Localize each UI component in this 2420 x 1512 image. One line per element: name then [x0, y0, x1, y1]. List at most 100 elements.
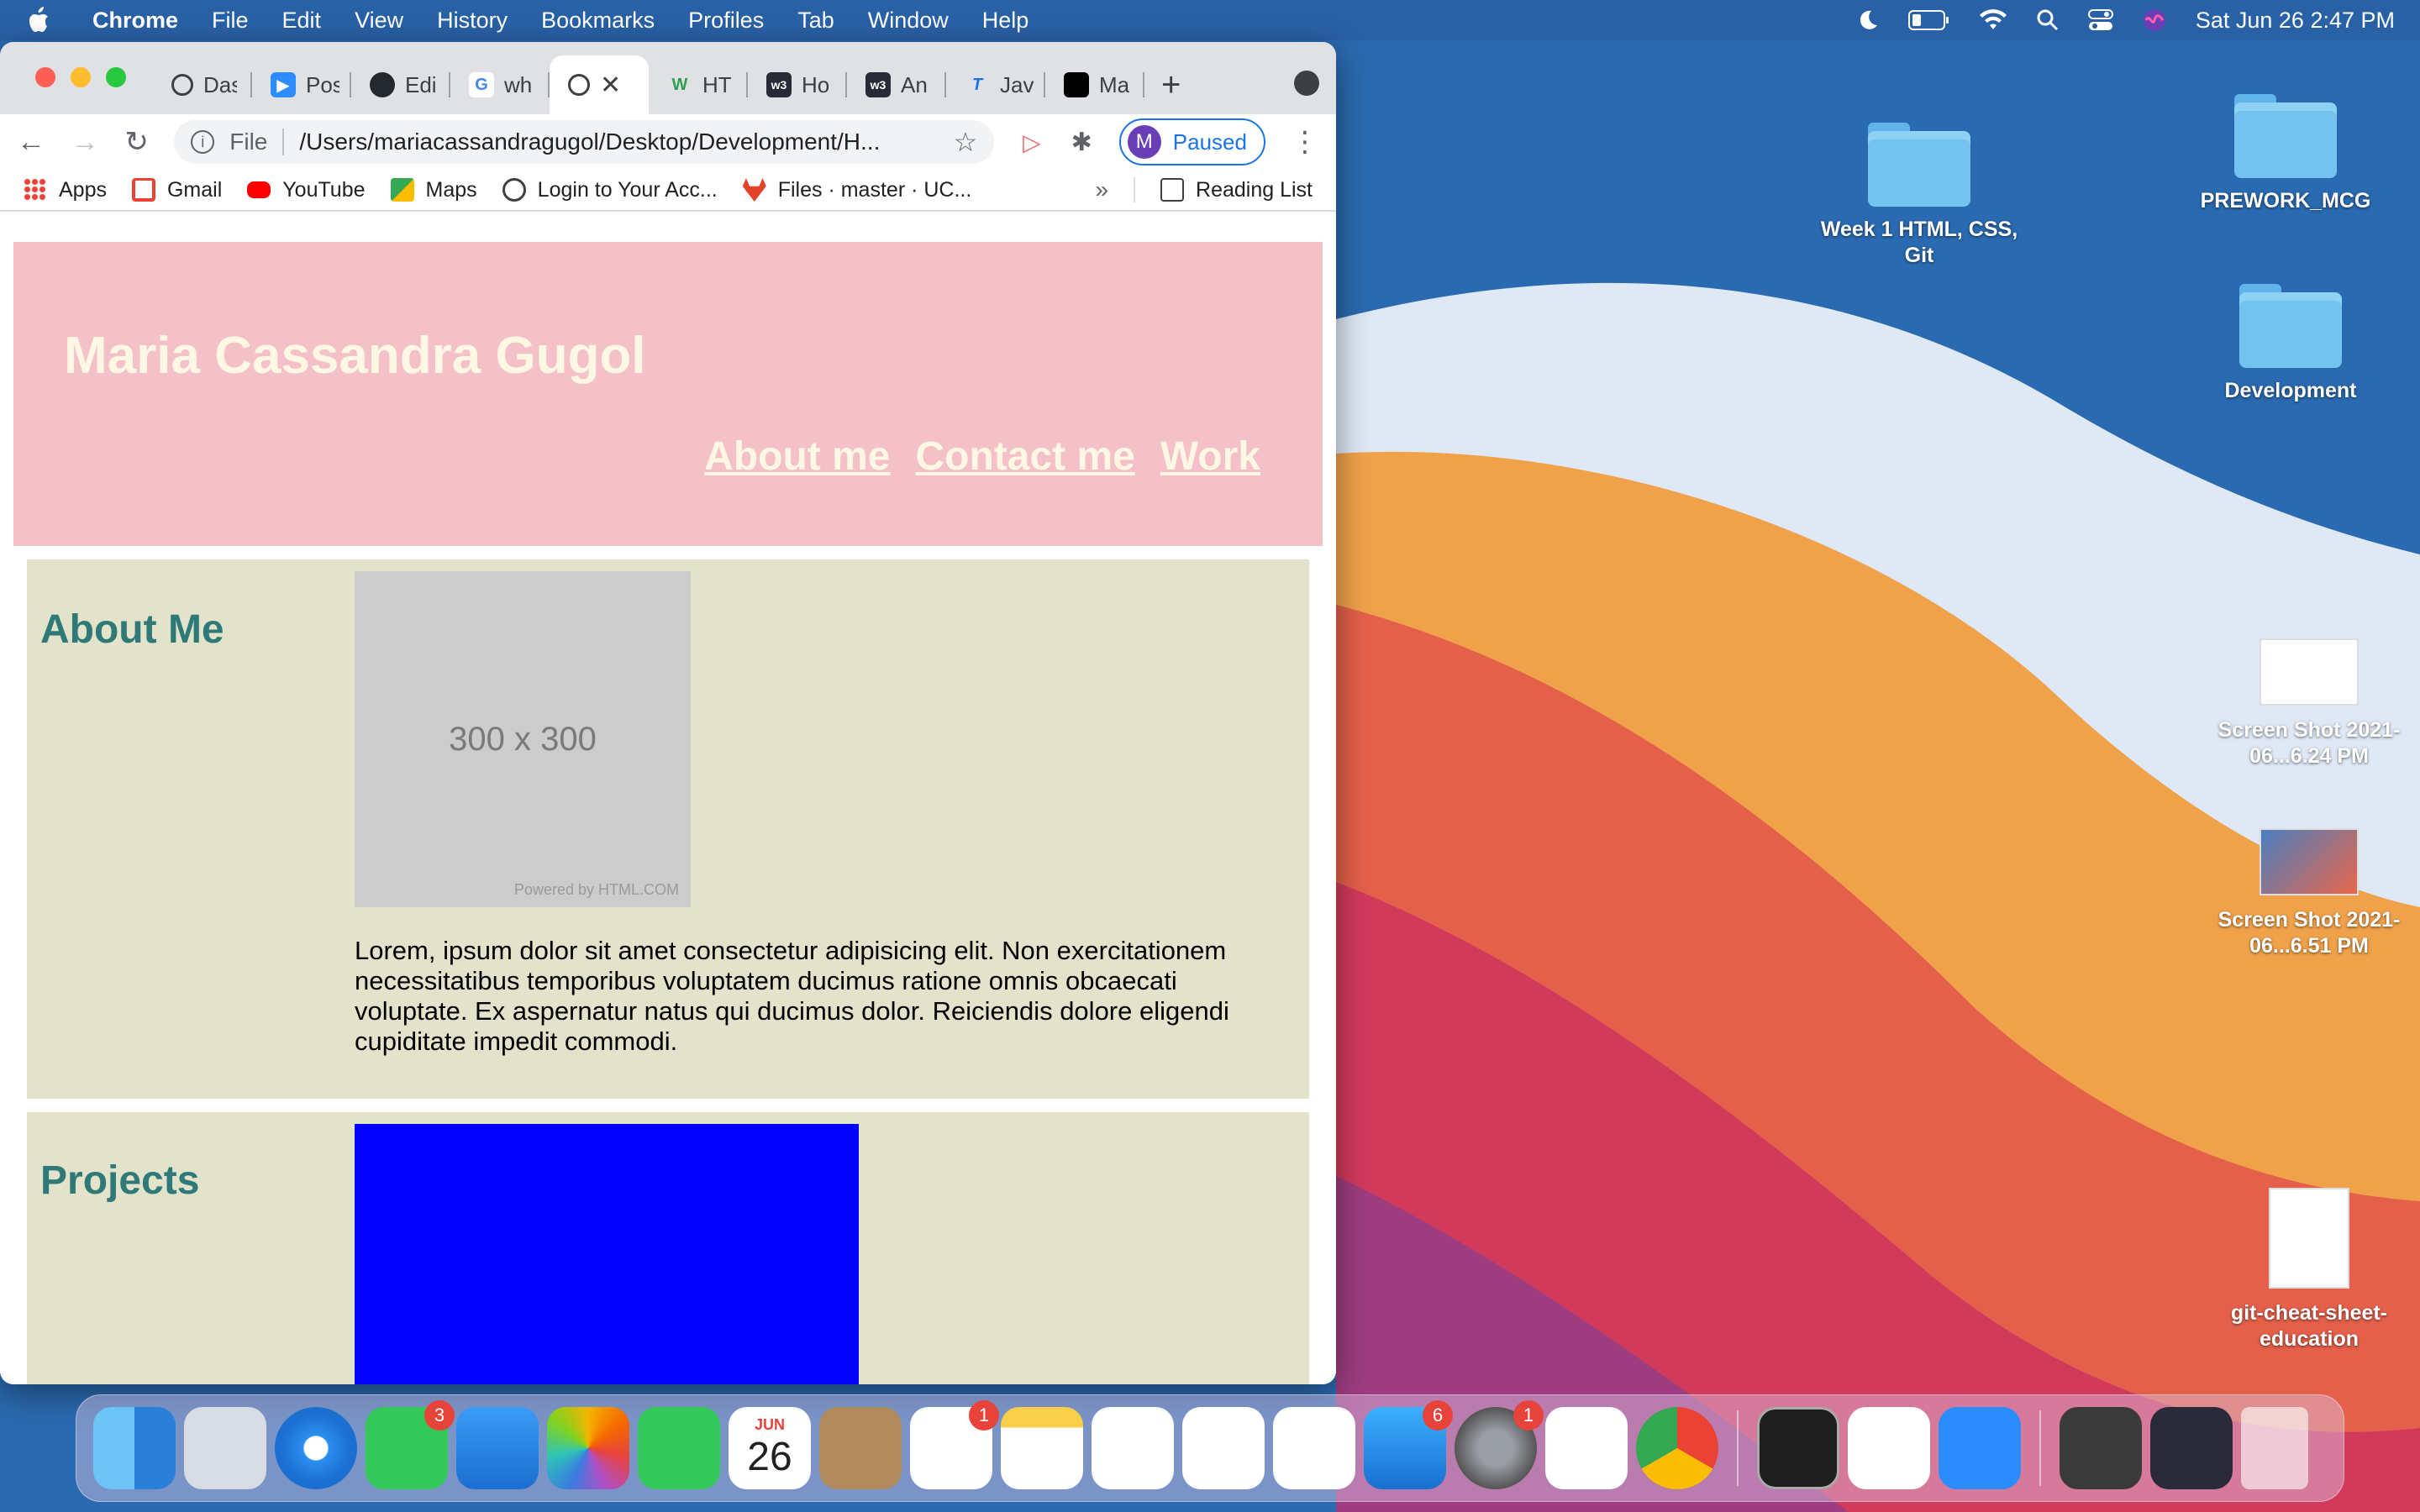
cast-icon[interactable]: ▷ [1019, 123, 1044, 160]
close-tab-icon[interactable]: ✕ [600, 71, 621, 100]
moon-icon[interactable] [1856, 8, 1880, 32]
nav-link-about[interactable]: About me [704, 433, 890, 480]
address-url[interactable]: /Users/mariacassandragugol/Desktop/Devel… [299, 129, 938, 155]
bookmark-star-icon[interactable]: ☆ [954, 126, 978, 158]
desktop-screenshot-1[interactable]: Screen Shot 2021-06...6.24 PM [2208, 638, 2410, 769]
tab-7[interactable]: w3 Ho [748, 55, 847, 114]
tab-1[interactable]: Das [153, 55, 252, 114]
reminders-icon[interactable]: 1 [910, 1400, 999, 1489]
tab-2[interactable]: ▶ Pos [252, 55, 351, 114]
bookmark-login[interactable]: Login to Your Acc... [502, 178, 718, 202]
menu-profiles[interactable]: Profiles [688, 8, 764, 34]
tab-3[interactable]: Edi [351, 55, 450, 114]
messages-icon[interactable]: 3 [366, 1400, 455, 1489]
tab-4[interactable]: G wh [450, 55, 550, 114]
siri-icon[interactable] [2142, 8, 2167, 33]
info-icon[interactable]: i [191, 130, 215, 154]
desktop-folder-week1[interactable]: Week 1 HTML, CSS, Git [1818, 123, 2020, 269]
numbers-icon[interactable] [1182, 1407, 1265, 1489]
globe-icon [171, 74, 193, 96]
forward-arrow-icon[interactable]: → [71, 123, 99, 160]
nav-link-work[interactable]: Work [1160, 433, 1260, 480]
spotlight-search-icon[interactable] [2036, 8, 2060, 32]
zoom-window-button[interactable] [106, 67, 126, 87]
menu-help[interactable]: Help [982, 8, 1029, 34]
avatar: M [1127, 125, 1161, 159]
placeholder-credit: Powered by HTML.COM [513, 881, 679, 898]
bookmark-youtube[interactable]: YouTube [247, 178, 366, 202]
profile-button[interactable]: M Paused [1118, 118, 1265, 165]
messages-badge: 3 [424, 1400, 455, 1431]
menu-history[interactable]: History [437, 8, 508, 34]
facetime-icon[interactable] [638, 1407, 720, 1489]
reload-icon[interactable]: ↻ [124, 123, 149, 160]
notes-icon[interactable] [1001, 1407, 1083, 1489]
trash-icon[interactable] [2241, 1407, 2308, 1489]
folder-icon [2239, 284, 2342, 368]
desktop-folder-development[interactable]: Development [2190, 284, 2391, 404]
desktop-screenshot-2[interactable]: Screen Shot 2021-06...6.51 PM [2208, 828, 2410, 959]
menu-edit[interactable]: Edit [282, 8, 322, 34]
t-icon: T [971, 75, 983, 94]
chrome-icon[interactable] [1636, 1407, 1718, 1489]
desktop-icon-label: Week 1 HTML, CSS, Git [1820, 218, 2018, 267]
minimize-window-button[interactable] [71, 67, 91, 87]
menu-clock[interactable]: Sat Jun 26 2:47 PM [2196, 8, 2395, 34]
zoom-icon[interactable] [1939, 1407, 2021, 1489]
reading-list-button[interactable]: Reading List [1160, 178, 1313, 202]
back-arrow-icon[interactable]: ← [17, 123, 45, 160]
tab-9[interactable]: T Jav [946, 55, 1045, 114]
app-store-icon[interactable]: 6 [1364, 1400, 1453, 1489]
contacts-icon[interactable] [819, 1407, 902, 1489]
battery-icon[interactable] [1907, 9, 1950, 31]
menu-bookmarks[interactable]: Bookmarks [541, 8, 655, 34]
tab-10[interactable]: Ma [1045, 55, 1144, 114]
finder-icon[interactable] [93, 1407, 176, 1489]
menu-window[interactable]: Window [868, 8, 949, 34]
menu-file[interactable]: File [212, 8, 249, 34]
tab-8[interactable]: w3 An [847, 55, 946, 114]
wifi-icon[interactable] [1979, 9, 2007, 31]
tab-title: HT [702, 71, 732, 97]
menu-view[interactable]: View [355, 8, 403, 34]
system-preferences-icon[interactable]: 1 [1455, 1400, 1544, 1489]
more-bookmarks-button[interactable]: » [1095, 176, 1108, 203]
menu-tab[interactable]: Tab [797, 8, 834, 34]
tab-search-icon[interactable] [1294, 71, 1319, 96]
close-window-button[interactable] [35, 67, 55, 87]
desktop-folder-prework[interactable]: PREWORK_MCG [2185, 94, 2386, 214]
nav-link-contact[interactable]: Contact me [915, 433, 1134, 480]
photos-icon[interactable] [547, 1407, 629, 1489]
project-image[interactable] [355, 1124, 859, 1384]
apple-menu-icon[interactable] [25, 6, 50, 34]
w3schools-icon: w3 [766, 72, 792, 97]
reminders-badge: 1 [969, 1400, 999, 1431]
browser-menu-icon[interactable]: ⋮ [1291, 123, 1319, 160]
bookmark-gmail[interactable]: Gmail [131, 178, 222, 202]
control-center-icon[interactable] [2087, 8, 2113, 32]
tab-5-active[interactable]: ✕ [550, 55, 649, 114]
safari-icon[interactable] [275, 1407, 357, 1489]
new-tab-button[interactable]: + [1161, 55, 1203, 114]
tab-title: Ho [802, 71, 830, 97]
tab-6[interactable]: W HT [649, 55, 748, 114]
bookmark-apps[interactable]: Apps [24, 178, 107, 202]
pages-icon[interactable] [1273, 1407, 1355, 1489]
folder-icon [1868, 123, 1970, 207]
minimized-window-thumbnail[interactable] [2150, 1407, 2233, 1489]
slack-icon[interactable] [1545, 1407, 1628, 1489]
terminal-icon[interactable] [1757, 1407, 1839, 1489]
bookmark-files[interactable]: Files · master · UC... [742, 178, 971, 202]
vscode-icon[interactable] [1848, 1407, 1930, 1489]
mail-icon[interactable] [456, 1407, 539, 1489]
keynote-icon[interactable] [1092, 1407, 1174, 1489]
desktop-document-git-cheat-sheet[interactable]: git-cheat-sheet-education [2208, 1188, 2410, 1352]
launchpad-icon[interactable] [184, 1407, 266, 1489]
bookmark-maps[interactable]: Maps [390, 178, 477, 202]
minimized-window-thumbnail[interactable] [2060, 1407, 2142, 1489]
menu-app-name[interactable]: Chrome [92, 8, 178, 34]
bookmark-label: Apps [59, 177, 107, 202]
extensions-puzzle-icon[interactable]: ✱ [1070, 123, 1094, 160]
address-bar[interactable]: i File /Users/mariacassandragugol/Deskto… [174, 120, 995, 164]
calendar-icon[interactable]: JUN 26 [729, 1407, 811, 1489]
